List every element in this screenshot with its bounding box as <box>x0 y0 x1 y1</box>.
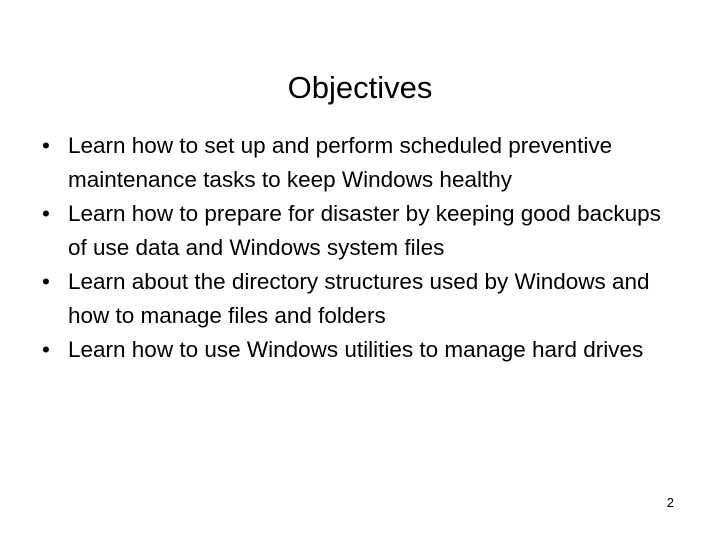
bullet-dot-icon: • <box>42 269 50 294</box>
slide-page-number: 2 <box>666 495 674 510</box>
bullet-item-label: Learn how to use Windows utilities to ma… <box>68 337 644 362</box>
bullet-item-label: Learn how to prepare for disaster by kee… <box>68 201 661 260</box>
bullet-dot-icon: • <box>42 201 50 226</box>
bullet-item-label: Learn how to set up and perform schedule… <box>68 133 613 192</box>
bullet-item-label: Learn about the directory structures use… <box>68 269 650 328</box>
bullet-dot-icon: • <box>42 337 50 362</box>
bullet-dot-icon: • <box>42 133 50 158</box>
bullet-item-2: • Learn how to prepare for disaster by k… <box>34 197 684 265</box>
presentation-slide: Objectives • Learn how to set up and per… <box>0 0 720 540</box>
objectives-bullet-list: • Learn how to set up and perform schedu… <box>34 129 684 367</box>
bullet-item-1: • Learn how to set up and perform schedu… <box>34 129 684 197</box>
slide-title: Objectives <box>287 69 433 105</box>
bullet-item-3: • Learn about the directory structures u… <box>34 265 684 333</box>
bullet-item-4: • Learn how to use Windows utilities to … <box>34 333 684 367</box>
